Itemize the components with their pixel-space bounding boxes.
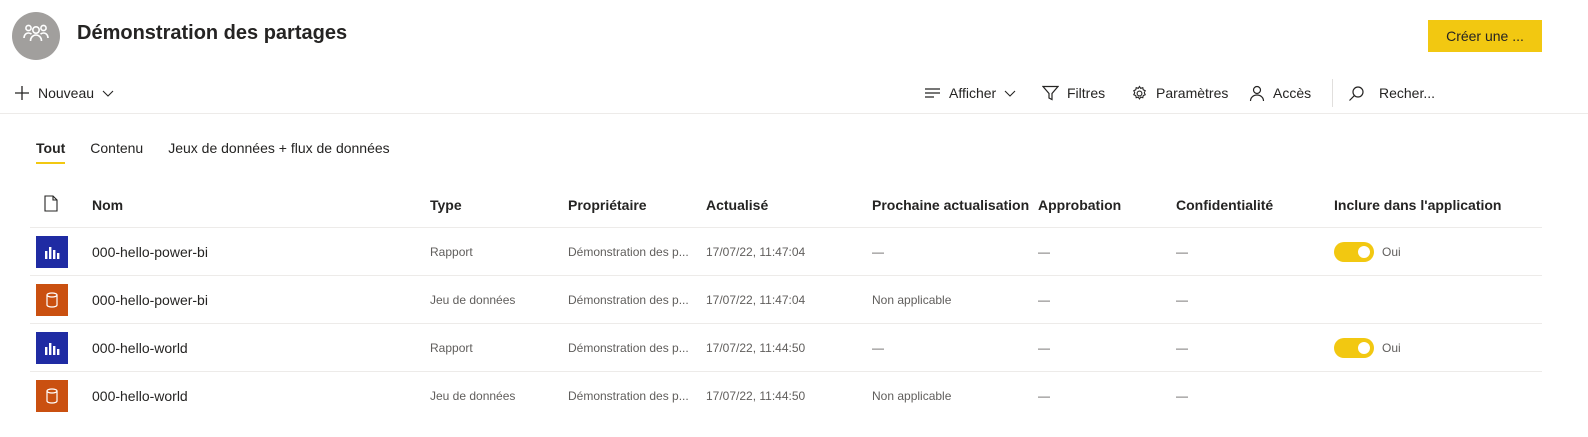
- column-header-icon: [36, 182, 68, 227]
- include-in-app-label: Oui: [1382, 244, 1401, 259]
- item-sensitivity: —: [1176, 292, 1188, 307]
- workspace-header: Démonstration des partages Créer une ...: [0, 0, 1588, 72]
- person-icon: [1249, 85, 1265, 102]
- item-sensitivity: —: [1176, 389, 1188, 403]
- item-next-refresh: —: [872, 244, 884, 259]
- column-header-name[interactable]: Nom: [92, 182, 412, 227]
- item-approval: —: [1038, 389, 1050, 403]
- include-in-app-label: Oui: [1382, 340, 1401, 355]
- column-header-next-refresh[interactable]: Prochaine actualisation: [872, 182, 1032, 227]
- search-input[interactable]: [1379, 85, 1519, 101]
- search-icon: [1348, 85, 1365, 102]
- search-box[interactable]: [1348, 72, 1519, 114]
- file-icon: [44, 194, 58, 215]
- include-in-app-toggle[interactable]: [1334, 241, 1374, 262]
- column-header-include-in-app[interactable]: Inclure dans l'application: [1334, 182, 1534, 227]
- item-approval: —: [1038, 244, 1050, 259]
- item-next-refresh: Non applicable: [872, 389, 952, 403]
- view-button[interactable]: Afficher: [924, 72, 1016, 114]
- filters-label: Filtres: [1067, 85, 1106, 101]
- item-next-refresh: —: [872, 340, 884, 355]
- item-next-refresh: Non applicable: [872, 292, 952, 307]
- table-row[interactable]: 000-hello-world Rapport Démonstration de…: [30, 324, 1542, 372]
- item-updated: 17/07/22, 11:47:04: [706, 292, 806, 307]
- table-row[interactable]: 000-hello-power-bi Rapport Démonstration…: [30, 228, 1542, 276]
- item-include: [1334, 276, 1534, 323]
- item-name[interactable]: 000-hello-world: [92, 324, 412, 371]
- new-button[interactable]: Nouveau: [14, 72, 114, 114]
- column-header-sensitivity[interactable]: Confidentialité: [1176, 182, 1326, 227]
- item-updated: 17/07/22, 11:44:50: [706, 340, 806, 355]
- content-tabs: Tout Contenu Jeux de données + flux de d…: [28, 130, 407, 166]
- settings-button[interactable]: Paramètres: [1131, 72, 1228, 114]
- item-owner: Démonstration des p...: [568, 292, 689, 307]
- access-button[interactable]: Accès: [1249, 72, 1311, 114]
- item-include: [1334, 372, 1534, 420]
- item-sensitivity: —: [1176, 340, 1188, 355]
- include-in-app-toggle[interactable]: [1334, 337, 1374, 358]
- plus-icon: [14, 85, 30, 101]
- workspace-avatar: [12, 12, 60, 60]
- row-icon-cell: [36, 276, 68, 323]
- chevron-down-icon: [1004, 87, 1016, 99]
- tab-datasets-dataflows[interactable]: Jeux de données + flux de données: [160, 130, 397, 166]
- item-owner: Démonstration des p...: [568, 340, 689, 355]
- item-owner: Démonstration des p...: [568, 389, 689, 403]
- column-header-owner[interactable]: Propriétaire: [568, 182, 698, 227]
- tab-all[interactable]: Tout: [28, 130, 73, 166]
- table-header-row: Nom Type Propriétaire Actualisé Prochain…: [30, 182, 1542, 228]
- content-table: Nom Type Propriétaire Actualisé Prochain…: [30, 182, 1542, 420]
- item-updated: 17/07/22, 11:44:50: [706, 389, 806, 403]
- report-chart-icon: [36, 331, 68, 364]
- column-header-updated[interactable]: Actualisé: [706, 182, 866, 227]
- view-label: Afficher: [949, 85, 997, 101]
- row-icon-cell: [36, 228, 68, 275]
- item-include: Oui: [1334, 228, 1534, 275]
- chevron-down-icon: [102, 87, 114, 99]
- list-lines-icon: [924, 86, 941, 100]
- item-name[interactable]: 000-hello-power-bi: [92, 228, 412, 275]
- people-group-icon: [21, 19, 51, 54]
- item-type: Jeu de données: [430, 292, 516, 307]
- filter-funnel-icon: [1042, 85, 1059, 101]
- row-icon-cell: [36, 372, 68, 420]
- report-chart-icon: [36, 235, 68, 268]
- item-approval: —: [1038, 292, 1050, 307]
- divider: [1332, 79, 1333, 107]
- item-updated: 17/07/22, 11:47:04: [706, 244, 806, 259]
- item-approval: —: [1038, 340, 1050, 355]
- new-label: Nouveau: [38, 85, 95, 101]
- item-type: Rapport: [430, 340, 473, 355]
- create-app-button[interactable]: Créer une ...: [1428, 20, 1542, 52]
- item-type: Jeu de données: [430, 389, 516, 403]
- item-owner: Démonstration des p...: [568, 244, 689, 259]
- dataset-cylinder-icon: [36, 283, 68, 316]
- dataset-cylinder-icon: [36, 380, 68, 412]
- command-bar: Nouveau Afficher Filtres Paramètres Accè…: [0, 72, 1588, 114]
- workspace-title: Démonstration des partages: [77, 22, 348, 44]
- item-include: Oui: [1334, 324, 1534, 371]
- column-header-type[interactable]: Type: [430, 182, 560, 227]
- table-row[interactable]: 000-hello-world Jeu de données Démonstra…: [30, 372, 1542, 420]
- settings-label: Paramètres: [1156, 85, 1229, 101]
- table-row[interactable]: 000-hello-power-bi Jeu de données Démons…: [30, 276, 1542, 324]
- row-icon-cell: [36, 324, 68, 371]
- column-header-approval[interactable]: Approbation: [1038, 182, 1168, 227]
- access-label: Accès: [1273, 85, 1312, 101]
- item-type: Rapport: [430, 244, 473, 259]
- item-name[interactable]: 000-hello-power-bi: [92, 276, 412, 323]
- item-sensitivity: —: [1176, 244, 1188, 259]
- gear-icon: [1131, 85, 1148, 102]
- filters-button[interactable]: Filtres: [1042, 72, 1105, 114]
- item-name[interactable]: 000-hello-world: [92, 372, 412, 420]
- tab-content[interactable]: Contenu: [82, 130, 151, 166]
